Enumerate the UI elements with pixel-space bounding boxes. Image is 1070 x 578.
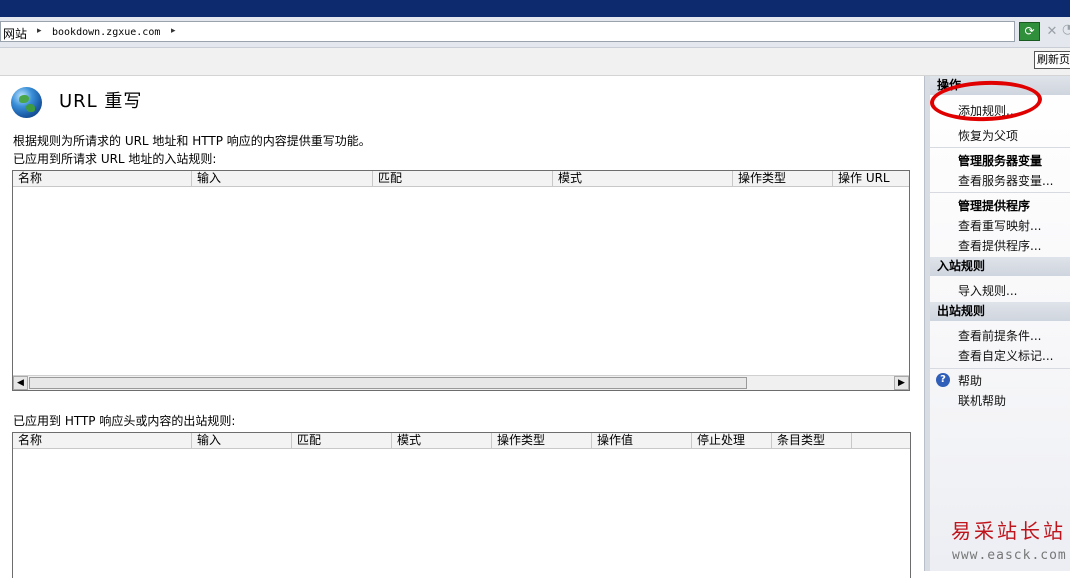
breadcrumb-separator-icon[interactable]: ▸ [171,26,176,36]
column-header-input[interactable]: 输入 [192,171,373,186]
divider [930,147,1070,148]
column-header-action-type[interactable]: 操作类型 [733,171,833,186]
view-custom-tags-link[interactable]: 查看自定义标记... [958,347,1053,364]
breadcrumb-site-name[interactable]: bookdown.zgxue.com [52,27,160,38]
refresh-page-button[interactable]: 刷新页 [1034,51,1070,69]
scroll-thumb[interactable] [29,377,747,389]
grid-header: 名称 输入 匹配 模式 操作类型 操作 URL [13,171,909,187]
feature-description: 根据规则为所请求的 URL 地址和 HTTP 响应的内容提供重写功能。 [13,134,371,148]
horizontal-scrollbar[interactable]: ◀ ▶ [13,375,909,390]
refresh-icon[interactable]: ⟳ [1019,22,1040,41]
stop-icon[interactable]: ✕ [1044,22,1060,41]
divider [930,368,1070,369]
outbound-rules-grid[interactable]: 名称 输入 匹配 模式 操作类型 操作值 停止处理 条目类型 [12,432,911,578]
page-title: URL 重写 [59,91,143,112]
inbound-rules-header: 入站规则 [930,257,1070,276]
view-server-variables-link[interactable]: 查看服务器变量... [958,172,1053,189]
column-header-action-value[interactable]: 操作值 [592,433,692,448]
column-header-action-type[interactable]: 操作类型 [492,433,592,448]
column-header-name[interactable]: 名称 [13,433,192,448]
view-preconditions-link[interactable]: 查看前提条件... [958,327,1041,344]
toolbar: 刷新页 [0,48,1070,76]
scroll-left-icon[interactable]: ◀ [13,376,28,390]
column-header-match[interactable]: 匹配 [292,433,392,448]
breadcrumb[interactable]: 网站 ▸ bookdown.zgxue.com ▸ [0,21,1015,42]
outbound-rules-header: 出站规则 [930,302,1070,321]
column-header-name[interactable]: 名称 [13,171,192,186]
column-header-action-url[interactable]: 操作 URL [833,171,909,186]
import-rules-link[interactable]: 导入规则... [958,282,1017,299]
help-icon[interactable]: ◔ [1062,22,1070,41]
breadcrumb-separator-icon[interactable]: ▸ [37,26,42,36]
address-bar: 网站 ▸ bookdown.zgxue.com ▸ ⟳ ✕ ◔ [0,17,1070,48]
revert-to-parent-link[interactable]: 恢复为父项 [958,127,1018,144]
watermark-url: www.easck.com [952,548,1067,563]
view-providers-link[interactable]: 查看提供程序... [958,237,1041,254]
breadcrumb-sites[interactable]: 网站 [3,25,27,42]
help-icon[interactable]: ? [936,373,950,387]
grid-header: 名称 输入 匹配 模式 操作类型 操作值 停止处理 条目类型 [13,433,910,449]
window-title-bar [0,0,1070,17]
online-help-link[interactable]: 联机帮助 [958,392,1006,409]
column-header-pattern[interactable]: 模式 [392,433,492,448]
divider [930,192,1070,193]
inbound-rules-grid[interactable]: 名称 输入 匹配 模式 操作类型 操作 URL ◀ ▶ [12,170,910,391]
column-header-stop-processing[interactable]: 停止处理 [692,433,772,448]
inbound-rules-label: 已应用到所请求 URL 地址的入站规则: [13,152,217,166]
scroll-right-icon[interactable]: ▶ [894,376,909,390]
outbound-rules-label: 已应用到 HTTP 响应头或内容的出站规则: [13,414,236,428]
view-rewrite-maps-link[interactable]: 查看重写映射... [958,217,1041,234]
actions-pane: 操作 添加规则... 恢复为父项 管理服务器变量 查看服务器变量... 管理提供… [930,76,1070,571]
globe-icon [11,87,42,118]
column-header-input[interactable]: 输入 [192,433,292,448]
watermark-brand: 易采站长站 [951,519,1066,543]
manage-providers-heading: 管理提供程序 [958,199,1031,213]
manage-server-variables-heading: 管理服务器变量 [958,154,1043,168]
help-link[interactable]: 帮助 [958,372,982,389]
column-header-entry-type[interactable]: 条目类型 [772,433,852,448]
column-header-match[interactable]: 匹配 [373,171,553,186]
column-header-pattern[interactable]: 模式 [553,171,733,186]
main-content: URL 重写 根据规则为所请求的 URL 地址和 HTTP 响应的内容提供重写功… [0,76,924,578]
